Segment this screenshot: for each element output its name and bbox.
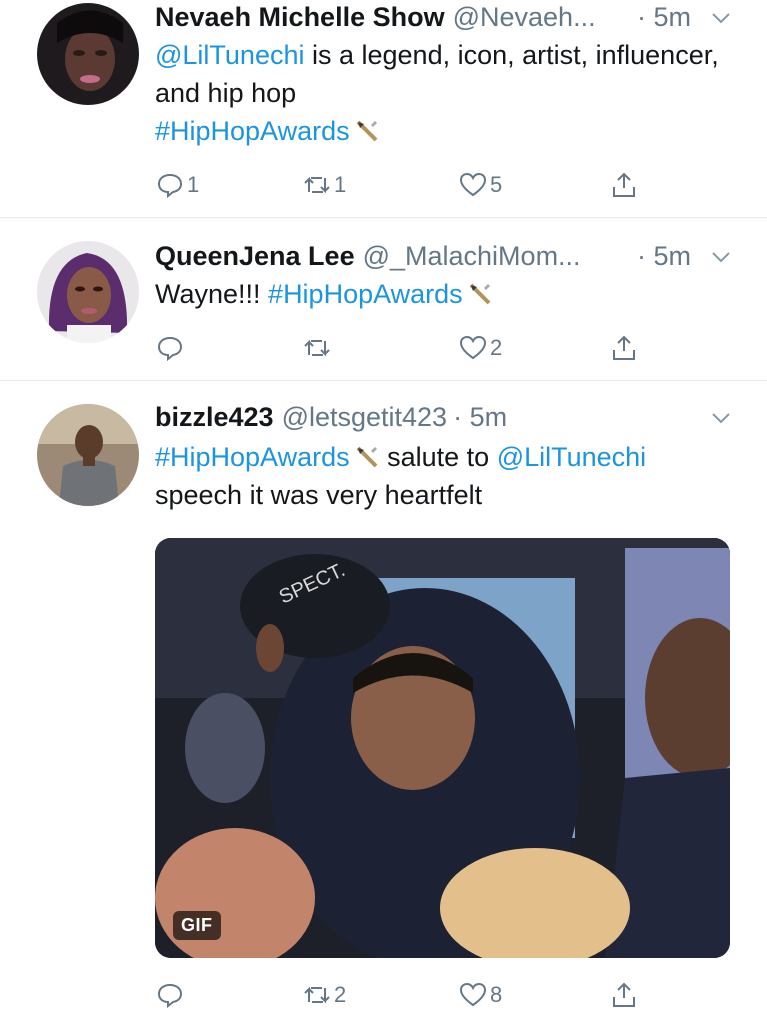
gif-media[interactable]: SPECT. GIF — [155, 538, 730, 958]
chevron-down-icon[interactable] — [710, 7, 732, 29]
gif-badge: GIF — [173, 911, 221, 940]
tweet-header: bizzle423 @letsgetit423 · 5m — [155, 400, 731, 434]
share-icon — [613, 172, 635, 197]
tweet-text: #HipHopAwards salute to @LilTunechi spee… — [155, 442, 647, 510]
hashtag-link[interactable]: #HipHopAwards — [155, 442, 350, 472]
hashtag-link[interactable]: #HipHopAwards — [155, 116, 350, 146]
retweet-icon — [304, 986, 330, 1004]
hashtag-link[interactable]: #HipHopAwards — [268, 279, 463, 309]
retweet-button[interactable] — [302, 333, 334, 363]
gif-frame: SPECT. — [155, 538, 730, 958]
share-button[interactable] — [609, 980, 639, 1010]
retweet-icon — [304, 176, 330, 194]
tweet-actions: 1 1 5 — [155, 170, 645, 204]
reply-button[interactable] — [155, 980, 187, 1010]
reply-icon — [157, 336, 183, 362]
retweet-count: 2 — [334, 982, 347, 1007]
chevron-down-icon[interactable] — [710, 407, 732, 429]
tweet-actions: 2 8 — [155, 980, 645, 1014]
like-icon — [459, 335, 487, 360]
like-button[interactable]: 5 — [458, 170, 502, 200]
reply-button[interactable] — [155, 333, 187, 363]
tweet-text: @LilTunechi is a legend, icon, artist, i… — [155, 40, 719, 146]
timestamp[interactable]: · 5m — [637, 241, 691, 272]
bet-award-emoji — [356, 120, 378, 142]
chevron-down-icon[interactable] — [710, 246, 732, 268]
like-button[interactable]: 8 — [458, 980, 502, 1010]
avatar[interactable] — [37, 241, 139, 343]
reply-icon — [157, 173, 183, 199]
retweet-count: 1 — [334, 172, 347, 197]
tweet-2[interactable]: QueenJena Lee @_MalachiMom... · 5m Wayne… — [0, 219, 767, 381]
share-icon — [613, 982, 635, 1007]
like-button[interactable]: 2 — [458, 333, 502, 363]
user-handle[interactable]: @letsgetit423 — [282, 402, 448, 433]
mention-link[interactable]: @LilTunechi — [155, 40, 304, 70]
reply-count: 1 — [187, 172, 200, 197]
timestamp[interactable]: · 5m — [453, 402, 507, 433]
like-count: 5 — [490, 172, 503, 197]
like-count: 8 — [490, 982, 503, 1007]
tweet-text: Wayne!!! #HipHopAwards — [155, 275, 731, 313]
user-handle[interactable]: @Nevaeh... — [453, 2, 596, 33]
like-icon — [459, 982, 487, 1007]
reply-icon — [157, 983, 183, 1009]
tweet-actions: 2 — [155, 333, 645, 367]
display-name[interactable]: bizzle423 — [155, 402, 274, 433]
like-icon — [459, 172, 487, 197]
share-button[interactable] — [609, 333, 639, 363]
display-name[interactable]: QueenJena Lee — [155, 241, 355, 272]
reply-button[interactable]: 1 — [155, 170, 199, 200]
tweet-header: Nevaeh Michelle Show @Nevaeh... · 5m — [155, 0, 731, 34]
mention-link[interactable]: @LilTunechi — [497, 442, 646, 472]
like-count: 2 — [490, 335, 503, 360]
tweet-1[interactable]: Nevaeh Michelle Show @Nevaeh... · 5m @Li… — [0, 0, 767, 218]
avatar[interactable] — [37, 404, 139, 506]
retweet-button[interactable]: 1 — [302, 170, 346, 200]
tweet-header: QueenJena Lee @_MalachiMom... · 5m — [155, 239, 731, 273]
share-icon — [613, 335, 635, 360]
avatar[interactable] — [37, 3, 139, 105]
retweet-button[interactable]: 2 — [302, 980, 346, 1010]
timestamp[interactable]: · 5m — [637, 2, 691, 33]
bet-award-emoji — [469, 283, 491, 305]
bet-award-emoji — [356, 446, 378, 468]
user-handle[interactable]: @_MalachiMom... — [363, 241, 581, 272]
display-name[interactable]: Nevaeh Michelle Show — [155, 2, 445, 33]
share-button[interactable] — [609, 170, 639, 200]
retweet-icon — [304, 339, 330, 357]
